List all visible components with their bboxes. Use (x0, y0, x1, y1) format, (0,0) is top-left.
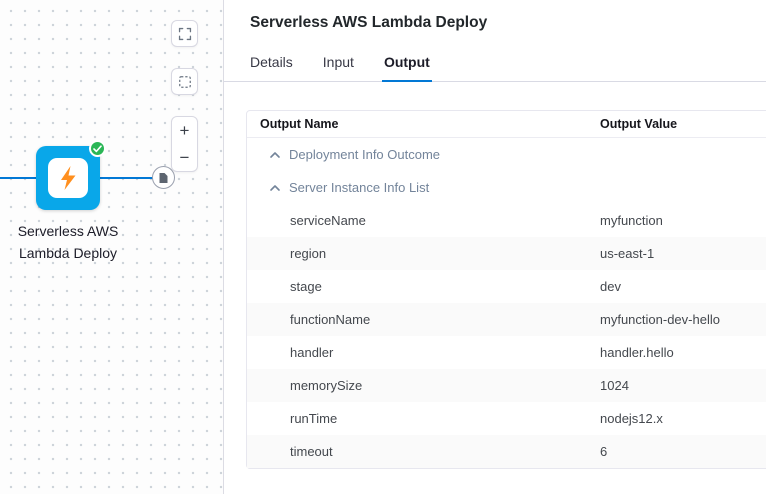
output-name: runTime (247, 411, 599, 426)
output-table: Output Name Output Value Deployment Info… (246, 110, 766, 469)
panel-title: Serverless AWS Lambda Deploy (246, 14, 766, 32)
output-name: memorySize (247, 378, 599, 393)
output-name: region (247, 246, 599, 261)
output-row-timeout: timeout 6 (247, 435, 766, 468)
output-row-memorySize: memorySize 1024 (247, 369, 766, 402)
tab-output[interactable]: Output (384, 54, 430, 82)
group-label: Server Instance Info List (289, 180, 429, 195)
lambda-icon (48, 158, 88, 198)
output-value: handler.hello (599, 345, 766, 360)
output-value: myfunction-dev-hello (599, 312, 766, 327)
fit-to-screen-button[interactable] (171, 20, 198, 47)
lightning-bolt-icon (57, 165, 79, 191)
expand-icon (178, 27, 192, 41)
group-label: Deployment Info Outcome (289, 147, 440, 162)
output-value: myfunction (599, 213, 766, 228)
tab-input[interactable]: Input (323, 54, 354, 82)
output-value: 6 (599, 444, 766, 459)
app-root: Serverless AWS Lambda Deploy + − (0, 0, 766, 494)
check-icon (93, 145, 102, 153)
output-value: 1024 (599, 378, 766, 393)
output-name: serviceName (247, 213, 599, 228)
group-row-server-instance-info-list[interactable]: Server Instance Info List (247, 171, 766, 204)
output-row-serviceName: serviceName myfunction (247, 204, 766, 237)
step-details-panel: Serverless AWS Lambda Deploy Details Inp… (223, 0, 766, 494)
output-value: dev (599, 279, 766, 294)
zoom-controls: + − (171, 116, 198, 172)
connector-line-left (0, 177, 37, 179)
connector-line-right (100, 177, 153, 179)
output-name: handler (247, 345, 599, 360)
chevron-up-icon[interactable] (269, 183, 281, 193)
zoom-out-button[interactable]: − (172, 144, 197, 171)
output-row-handler: handler handler.hello (247, 336, 766, 369)
node-label: Serverless AWS Lambda Deploy (8, 220, 128, 264)
output-row-region: region us-east-1 (247, 237, 766, 270)
output-table-header: Output Name Output Value (247, 111, 766, 138)
document-icon (158, 172, 169, 184)
group-row-deployment-info-outcome[interactable]: Deployment Info Outcome (247, 138, 766, 171)
zoom-in-button[interactable]: + (172, 117, 197, 144)
marquee-select-icon (178, 75, 192, 89)
output-name: functionName (247, 312, 599, 327)
output-row-functionName: functionName myfunction-dev-hello (247, 303, 766, 336)
column-header-output-name: Output Name (247, 117, 599, 131)
multi-select-button[interactable] (171, 68, 198, 95)
output-name: timeout (247, 444, 599, 459)
column-header-output-value: Output Value (599, 117, 766, 131)
success-check-badge (89, 140, 106, 157)
tab-bar: Details Input Output (246, 54, 766, 82)
pipeline-canvas[interactable]: Serverless AWS Lambda Deploy + − (0, 0, 223, 494)
output-value: nodejs12.x (599, 411, 766, 426)
tab-details[interactable]: Details (250, 54, 293, 82)
canvas-controls: + − (171, 20, 198, 172)
output-value: us-east-1 (599, 246, 766, 261)
output-row-runTime: runTime nodejs12.x (247, 402, 766, 435)
output-name: stage (247, 279, 599, 294)
step-node-serverless-aws-lambda-deploy[interactable] (36, 146, 100, 210)
chevron-up-icon[interactable] (269, 150, 281, 160)
output-row-stage: stage dev (247, 270, 766, 303)
